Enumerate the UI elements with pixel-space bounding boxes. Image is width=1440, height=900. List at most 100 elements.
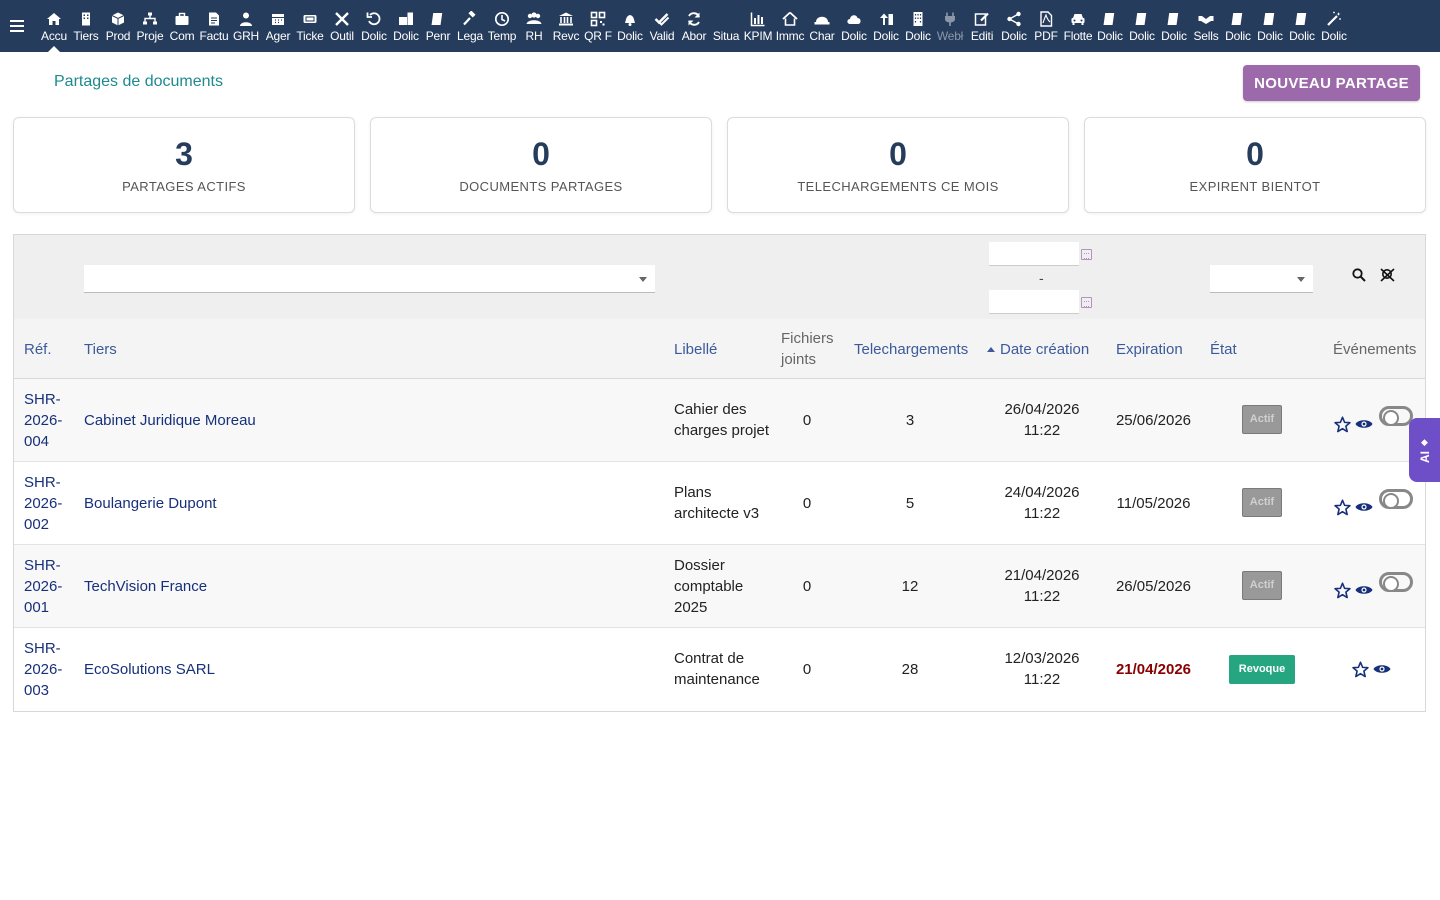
menu-item[interactable]: Dolic: [390, 0, 422, 52]
cell-tiers[interactable]: Cabinet Juridique Moreau: [84, 379, 644, 461]
menu-item[interactable]: Abor: [678, 0, 710, 52]
toggle-switch[interactable]: [1379, 572, 1413, 592]
menu-item[interactable]: QR F: [582, 0, 614, 52]
menu-item[interactable]: Dolic: [1094, 0, 1126, 52]
menu-item[interactable]: GRH: [230, 0, 262, 52]
menu-item[interactable]: Dolic: [1126, 0, 1158, 52]
menu-item[interactable]: Immc: [774, 0, 806, 52]
column-header-date-creation[interactable]: Date création: [987, 319, 1112, 379]
stat-label: DOCUMENTS PARTAGES: [459, 179, 623, 194]
menu-item[interactable]: Dolic: [998, 0, 1030, 52]
cell-tiers-text: Cabinet Juridique Moreau: [84, 411, 256, 429]
column-header-tiers[interactable]: Tiers: [84, 319, 644, 379]
menu-item[interactable]: Lega: [454, 0, 486, 52]
cell-tiers[interactable]: Boulangerie Dupont: [84, 462, 644, 544]
search-icon[interactable]: [1352, 268, 1366, 287]
star-icon[interactable]: [1334, 415, 1351, 433]
menu-item[interactable]: Dolic: [1286, 0, 1318, 52]
menu-item[interactable]: Com: [166, 0, 198, 52]
status-badge: Actif: [1241, 487, 1283, 517]
cell-ref[interactable]: SHR-2026-001: [24, 545, 76, 627]
cell-tiers[interactable]: EcoSolutions SARL: [84, 628, 644, 710]
menu-item[interactable]: Situa: [710, 0, 742, 52]
menu-item[interactable]: KPIM: [742, 0, 774, 52]
menu-item[interactable]: Dolic: [1158, 0, 1190, 52]
menu-item[interactable]: Revc: [550, 0, 582, 52]
stat-label: PARTAGES ACTIFS: [122, 179, 246, 194]
cell-etat: Actif: [1210, 379, 1314, 461]
menu-item[interactable]: Dolic: [358, 0, 390, 52]
cell-expiration-text: 26/05/2026: [1115, 577, 1192, 595]
cell-tiers[interactable]: TechVision France: [84, 545, 644, 627]
menu-item[interactable]: Dolic: [614, 0, 646, 52]
cell-telechargements-text: 12: [901, 577, 919, 595]
menu-item[interactable]: Char: [806, 0, 838, 52]
star-icon[interactable]: [1334, 581, 1351, 599]
menu-item[interactable]: Temp: [486, 0, 518, 52]
eye-icon[interactable]: [1355, 500, 1373, 514]
menu-item-label: Penr: [425, 29, 451, 43]
menu-item[interactable]: RH: [518, 0, 550, 52]
column-header-libelle[interactable]: Libellé: [674, 319, 769, 379]
menu-item[interactable]: Tiers: [70, 0, 102, 52]
stat-card-shared-documents: 0 DOCUMENTS PARTAGES: [370, 117, 712, 213]
eye-icon[interactable]: [1373, 662, 1391, 676]
menu-item[interactable]: Dolic: [1254, 0, 1286, 52]
menu-item[interactable]: Proje: [134, 0, 166, 52]
cell-ref[interactable]: SHR-2026-004: [24, 379, 76, 461]
date-from-input[interactable]: [989, 242, 1079, 266]
clear-filter-icon[interactable]: [1380, 268, 1395, 287]
tiers-filter-select[interactable]: [84, 265, 655, 293]
new-share-button[interactable]: NOUVEAU PARTAGE: [1243, 65, 1420, 101]
column-header-etat[interactable]: État: [1210, 319, 1260, 379]
cell-libelle-text: Cahier des charges projet: [674, 401, 770, 439]
tools-icon: [333, 10, 351, 28]
star-icon[interactable]: [1334, 498, 1351, 516]
menu-icon[interactable]: [0, 0, 34, 52]
ai-assistant-tab[interactable]: ◆ AI: [1409, 418, 1440, 482]
share-icon: [1005, 10, 1023, 28]
menu-item[interactable]: Ticke: [294, 0, 326, 52]
cell-tiers-text: Boulangerie Dupont: [84, 494, 217, 512]
column-header-expiration[interactable]: Expiration: [1116, 319, 1201, 379]
menu-item[interactable]: Valid: [646, 0, 678, 52]
menu-item-label: Revc: [552, 29, 580, 43]
cell-date-creation: 21/04/2026 11:22: [992, 545, 1092, 627]
menu-item[interactable]: Ager: [262, 0, 294, 52]
menu-item[interactable]: Penr: [422, 0, 454, 52]
shares-table: - Réf. Tiers Libellé Fichiers joints Tel…: [13, 234, 1426, 712]
menu-item[interactable]: Dolic: [1318, 0, 1350, 52]
menu-item[interactable]: Factu: [198, 0, 230, 52]
column-header-telechargements[interactable]: Telechargements: [854, 319, 979, 379]
star-icon[interactable]: [1352, 660, 1369, 678]
eye-icon[interactable]: [1355, 583, 1373, 597]
menu-item[interactable]: Dolic: [838, 0, 870, 52]
menu-item-label: Dolic: [1001, 29, 1027, 43]
calendar-icon[interactable]: [1081, 249, 1092, 260]
menu-item-label: Dolic: [905, 29, 931, 43]
toggle-switch[interactable]: [1379, 489, 1413, 509]
menu-item[interactable]: Dolic: [902, 0, 934, 52]
chart-bar-icon: [749, 10, 767, 28]
calendar-icon[interactable]: [1081, 297, 1092, 308]
menu-item[interactable]: Dolic: [1222, 0, 1254, 52]
menu-item[interactable]: Accu: [38, 0, 70, 52]
menu-item[interactable]: Sells: [1190, 0, 1222, 52]
menu-item[interactable]: Editi: [966, 0, 998, 52]
eye-icon[interactable]: [1355, 417, 1373, 431]
menu-item[interactable]: Webł: [934, 0, 966, 52]
menu-item[interactable]: Dolic: [870, 0, 902, 52]
cell-ref[interactable]: SHR-2026-002: [24, 462, 76, 544]
menu-item[interactable]: Prod: [102, 0, 134, 52]
menu-item[interactable]: Outil: [326, 0, 358, 52]
state-filter-select[interactable]: [1210, 265, 1313, 293]
column-header-ref[interactable]: Réf.: [24, 319, 74, 379]
date-to-input[interactable]: [989, 290, 1079, 314]
menu-item[interactable]: PDF: [1030, 0, 1062, 52]
toggle-switch[interactable]: [1379, 406, 1413, 426]
car-icon: [1069, 10, 1087, 28]
cell-ref[interactable]: SHR-2026-003: [24, 628, 76, 710]
clock-icon: [493, 10, 511, 28]
menu-item[interactable]: Flotte: [1062, 0, 1094, 52]
cell-fichiers-text: 0: [802, 411, 812, 429]
